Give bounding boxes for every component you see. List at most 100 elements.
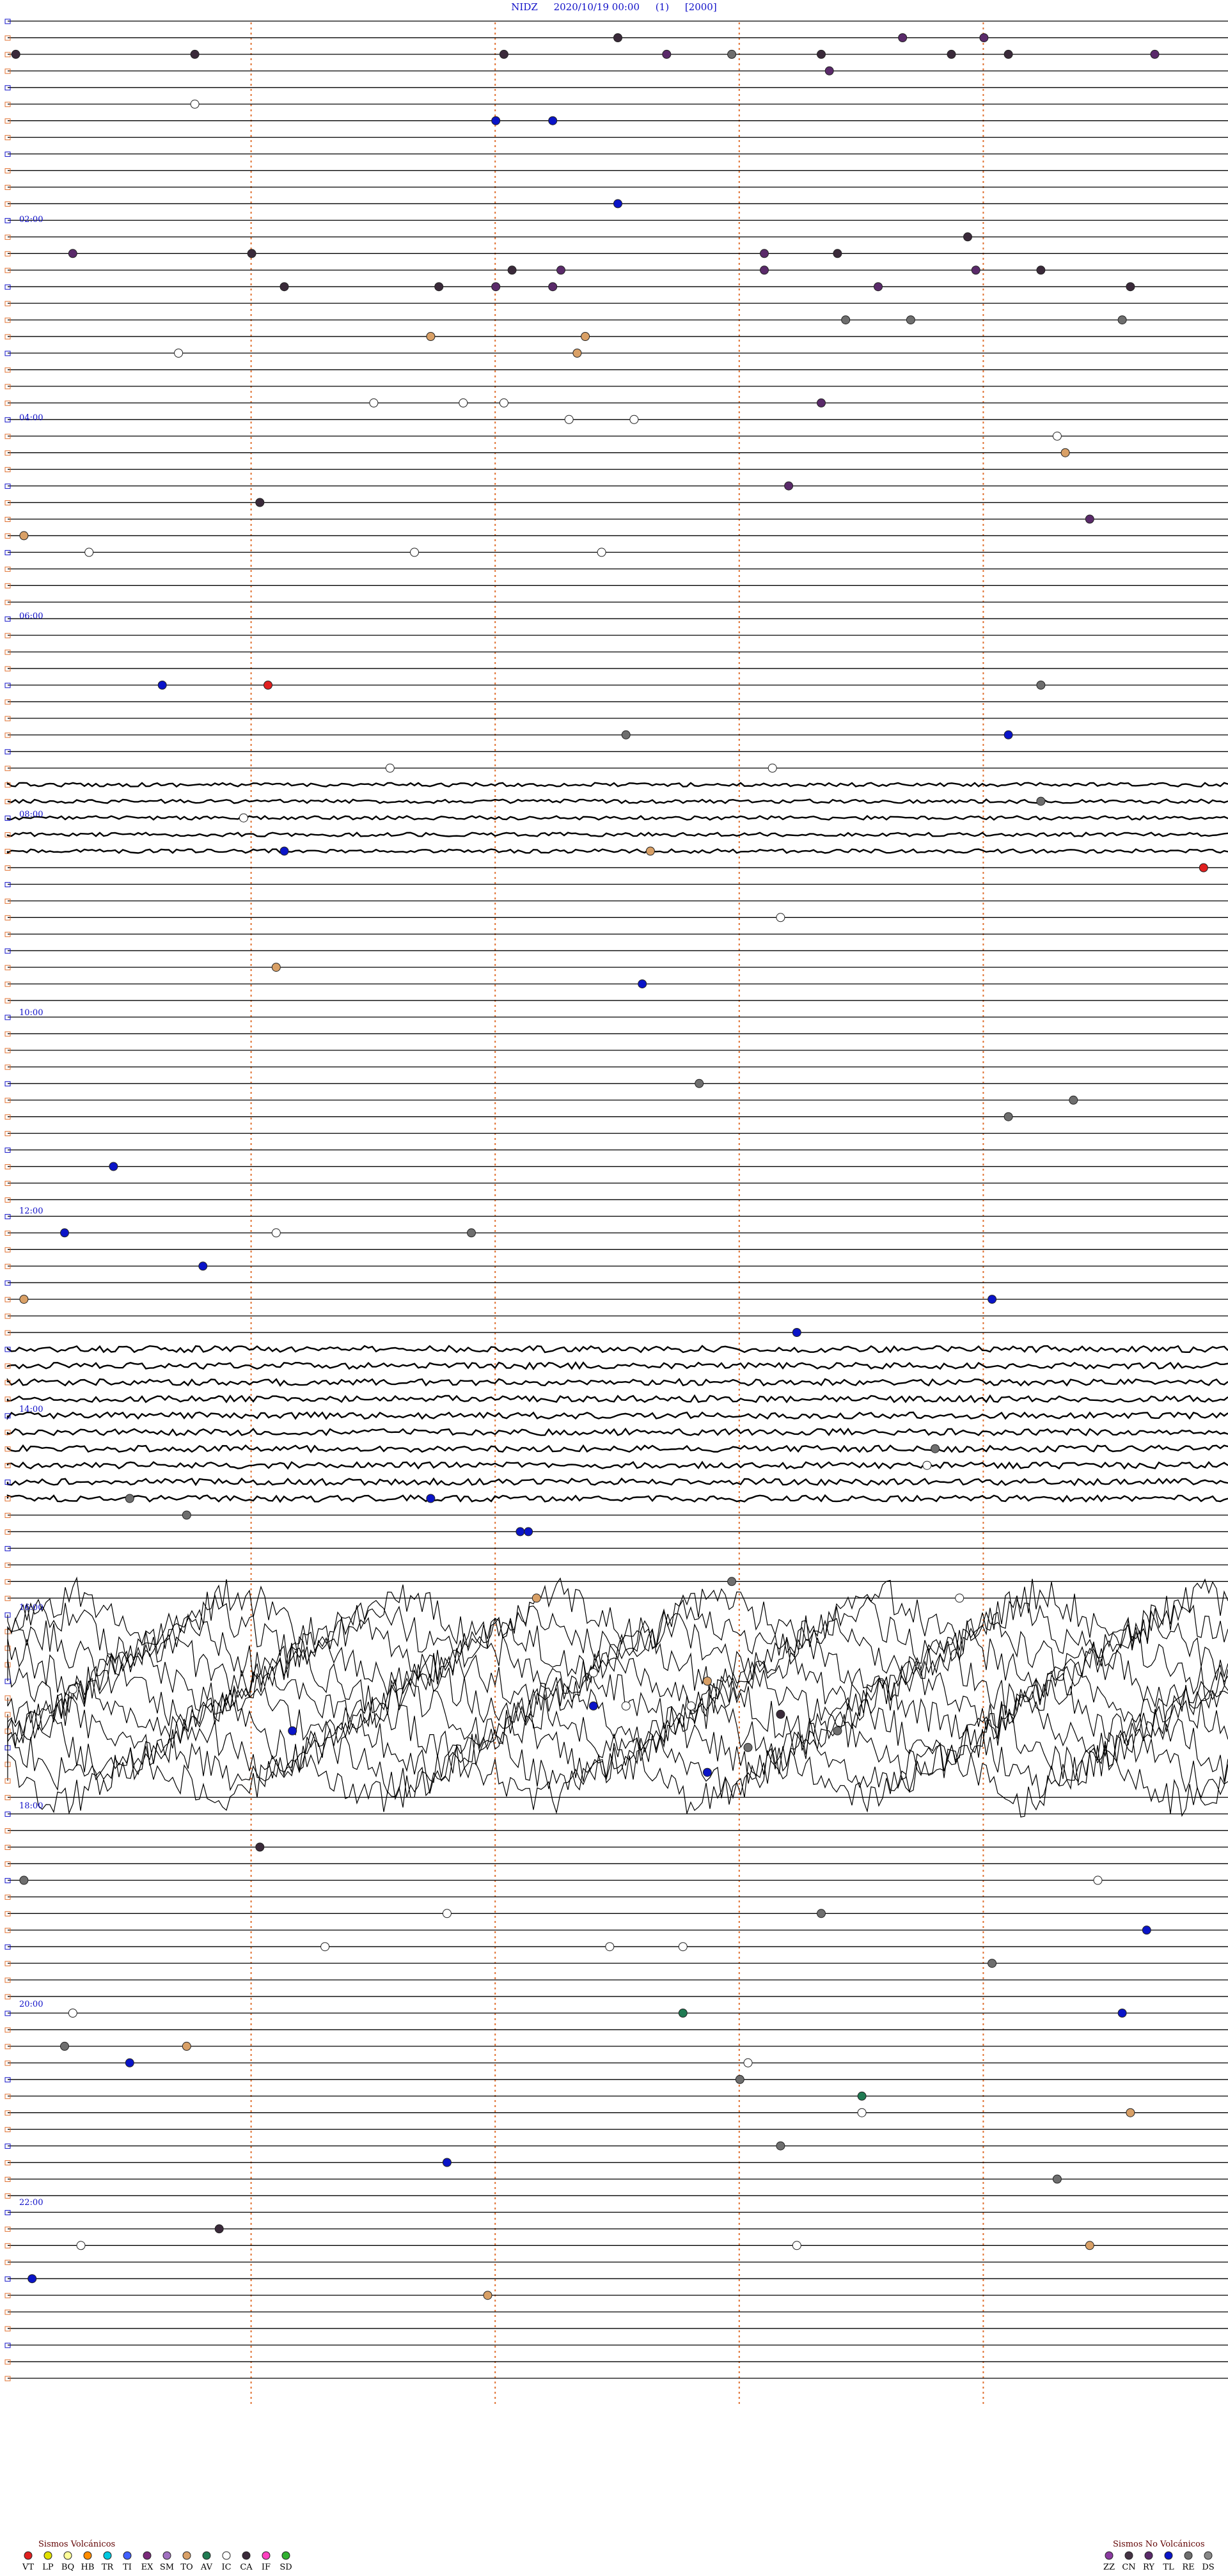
- event-tl-marker: [638, 979, 647, 989]
- event-tl-marker: [198, 1261, 208, 1271]
- trace-row-noisy: [7, 1609, 1228, 1686]
- hour-label: 20:00: [19, 2000, 43, 2009]
- event-to-marker: [1085, 2241, 1094, 2250]
- event-tl-marker: [1117, 2009, 1127, 2018]
- trace-row-noisy: [6, 848, 1228, 855]
- legend-tl-label: TL: [1163, 2563, 1174, 2572]
- event-ry-marker: [817, 398, 826, 407]
- event-re-marker: [727, 1577, 737, 1586]
- event-ic-marker: [369, 398, 379, 407]
- event-ic-marker: [922, 1460, 932, 1470]
- legend-sd-swatch: [281, 2551, 290, 2560]
- legend-zz-label: ZZ: [1103, 2563, 1115, 2572]
- legend-ca-swatch: [242, 2551, 251, 2560]
- event-tl-marker: [28, 2274, 37, 2284]
- trace-row-noisy: [6, 1361, 1228, 1370]
- hour-label: 16:00: [19, 1603, 43, 1613]
- trace-row-noisy: [6, 1394, 1228, 1403]
- legend-re-swatch: [1184, 2551, 1193, 2560]
- event-ic-marker: [239, 813, 248, 823]
- event-tl-marker: [524, 1527, 533, 1537]
- legend-lp-swatch: [43, 2551, 52, 2560]
- event-ic-marker: [955, 1593, 964, 1603]
- event-re-marker: [1069, 1095, 1078, 1105]
- event-ic-marker: [678, 1942, 688, 1952]
- legend-bq-label: BQ: [61, 2563, 74, 2572]
- event-ic-marker: [605, 1942, 615, 1952]
- event-ic-marker: [629, 415, 639, 424]
- event-tl-marker: [157, 681, 167, 690]
- event-ry-marker: [824, 66, 834, 75]
- event-re-marker: [60, 2041, 69, 2051]
- hour-label: 02:00: [19, 215, 43, 225]
- nonvolcanic-legend-title: Sismos No Volcánicos: [1113, 2540, 1205, 2549]
- event-to-marker: [1126, 2108, 1135, 2117]
- hour-label: 18:00: [19, 1801, 43, 1811]
- trace-row-noisy: [6, 832, 1228, 837]
- event-to-marker: [645, 846, 655, 856]
- legend-zz-swatch: [1105, 2551, 1114, 2560]
- event-ry-marker: [556, 265, 565, 275]
- event-tl-marker: [491, 116, 501, 125]
- legend-ry-swatch: [1144, 2551, 1153, 2560]
- trace-row-noisy: [7, 1576, 1228, 1652]
- event-to-marker: [19, 531, 29, 541]
- hour-label: 04:00: [19, 413, 43, 423]
- event-to-marker: [1060, 448, 1070, 457]
- event-ca-marker: [1004, 49, 1013, 59]
- event-ry-marker: [548, 282, 558, 292]
- event-ic-marker: [776, 913, 785, 922]
- trace-row-noisy: [7, 1728, 1228, 1801]
- trace-row-noisy: [6, 1427, 1228, 1437]
- legend-sm-swatch: [162, 2551, 171, 2560]
- event-ic-marker: [271, 1228, 281, 1238]
- event-tl-marker: [516, 1527, 525, 1537]
- event-ic-marker: [621, 1701, 631, 1711]
- event-tl-marker: [288, 1726, 297, 1735]
- volcanic-legend-title: Sismos Volcánicos: [38, 2540, 116, 2549]
- event-ic-marker: [174, 349, 184, 358]
- event-ry-marker: [662, 49, 672, 59]
- event-to-marker: [483, 2291, 492, 2300]
- event-av-marker: [678, 2009, 688, 2018]
- event-ry-marker: [874, 282, 883, 292]
- legend-cn-swatch: [1124, 2551, 1133, 2560]
- trace-row-noisy: [6, 1411, 1228, 1421]
- event-ic-marker: [767, 763, 777, 773]
- event-ca-marker: [279, 282, 289, 292]
- event-tl-marker: [1142, 1925, 1151, 1935]
- event-tl-marker: [125, 2058, 134, 2067]
- event-ca-marker: [963, 232, 972, 242]
- event-ic-marker: [68, 2009, 77, 2018]
- event-ic-marker: [597, 548, 606, 557]
- event-ca-marker: [11, 49, 20, 59]
- event-ca-marker: [817, 49, 826, 59]
- event-tl-marker: [588, 1701, 598, 1711]
- event-ic-marker: [459, 398, 468, 407]
- event-vt-marker: [264, 681, 272, 690]
- legend-ti-label: TI: [123, 2563, 132, 2572]
- event-ic-marker: [499, 398, 508, 407]
- legend-bq-swatch: [63, 2551, 72, 2560]
- event-re-marker: [1004, 1112, 1013, 1121]
- event-ca-marker: [214, 2224, 224, 2234]
- trace-row-noisy: [6, 1477, 1228, 1487]
- legend-ex-label: EX: [141, 2563, 154, 2572]
- event-re-marker: [906, 315, 915, 325]
- hour-label: 10:00: [19, 1008, 43, 1018]
- event-vt-marker: [1199, 863, 1208, 873]
- event-re-marker: [467, 1228, 476, 1238]
- event-ic-marker: [743, 2058, 753, 2067]
- event-ca-marker: [1126, 282, 1135, 292]
- trace-row-noisy: [6, 1460, 1228, 1470]
- legend-cn-label: CN: [1122, 2563, 1135, 2572]
- event-ca-marker: [833, 249, 842, 258]
- event-tl-marker: [1004, 730, 1013, 739]
- event-re-marker: [727, 49, 737, 59]
- legend-vt-label: VT: [22, 2563, 34, 2572]
- hour-label: 12:00: [19, 1206, 43, 1216]
- event-re-marker: [735, 2074, 744, 2084]
- event-to-marker: [19, 1295, 29, 1304]
- legend-tl-swatch: [1164, 2551, 1173, 2560]
- event-tl-marker: [109, 1162, 118, 1171]
